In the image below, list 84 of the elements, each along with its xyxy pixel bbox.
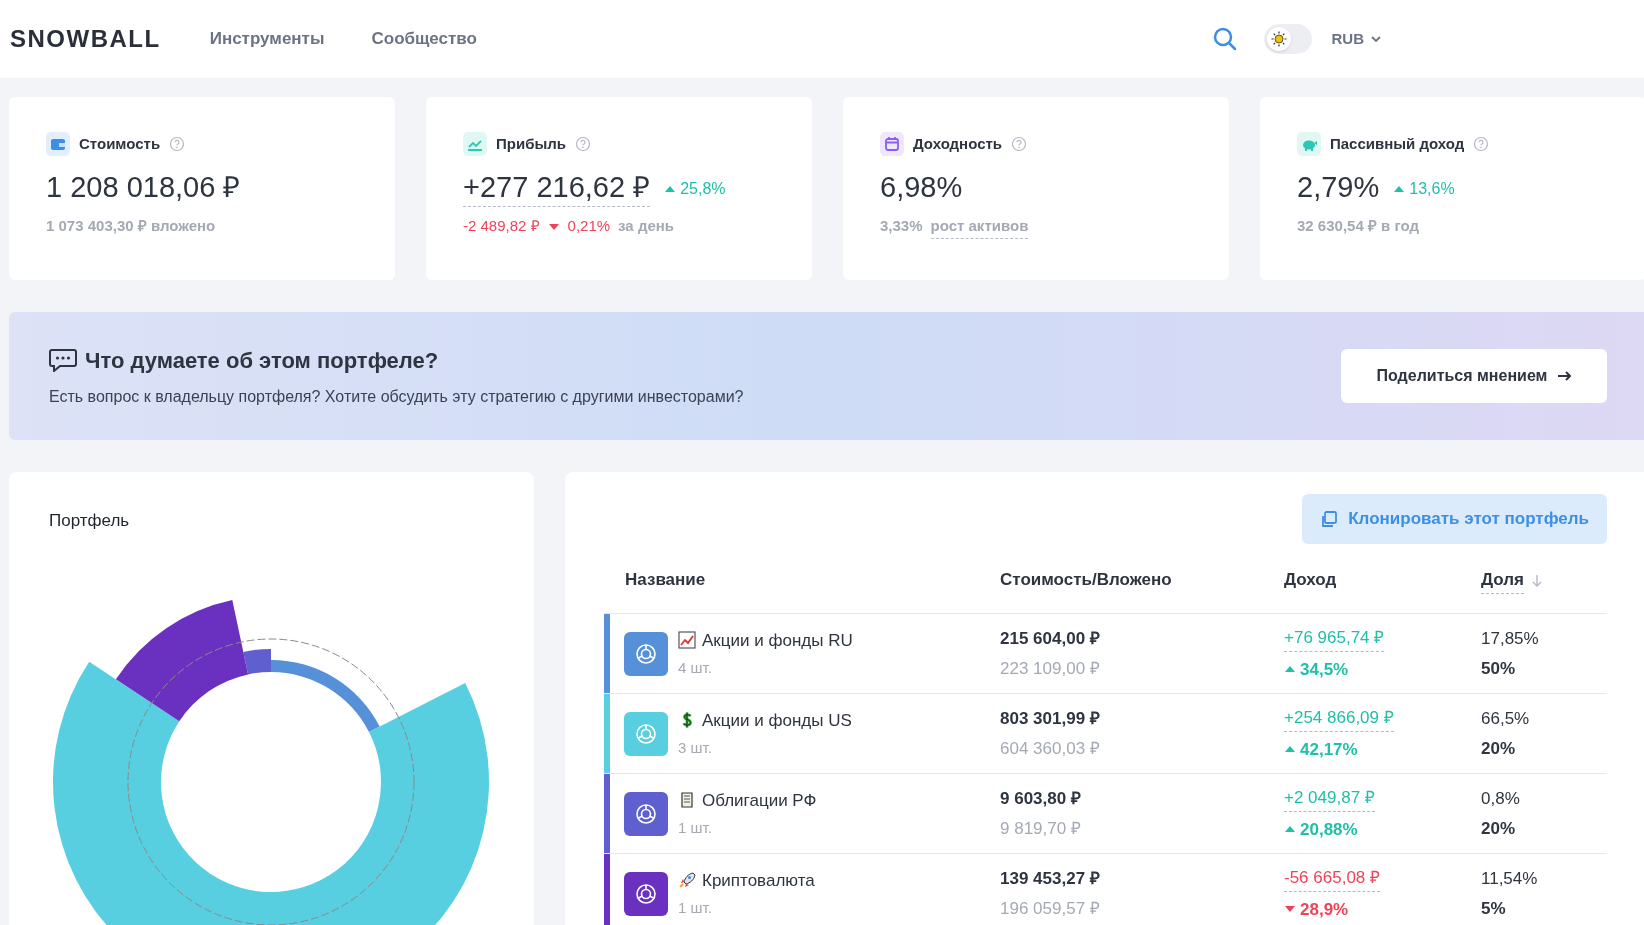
share-percent: 17,85% — [1481, 627, 1539, 650]
share-percent: 11,54% — [1481, 867, 1538, 890]
asset-value: 139 453,27 ₽ — [1000, 867, 1100, 890]
asset-invested: 9 819,70 ₽ — [1000, 818, 1081, 840]
logo[interactable]: SNOWBALL — [10, 21, 161, 57]
chat-icon — [49, 348, 77, 372]
pie-chart-icon — [634, 641, 658, 666]
column-header[interactable]: Доля — [1481, 567, 1524, 594]
copy-icon — [1320, 510, 1339, 528]
chart-slice[interactable] — [271, 660, 380, 733]
asset-count: 4 шт. — [678, 658, 713, 678]
share-percent: 0,8% — [1481, 787, 1520, 810]
pie-chart-icon — [634, 801, 658, 826]
target-share: 20% — [1481, 738, 1516, 760]
target-share: 50% — [1481, 658, 1516, 680]
card-detail: рост активов — [930, 215, 1029, 239]
pie-chart-icon — [634, 721, 658, 746]
theme-toggle[interactable] — [1263, 24, 1312, 54]
card-value: +277 216,62 ₽ — [463, 168, 651, 207]
asset-count: 1 шт. — [678, 898, 713, 918]
asset-count: 1 шт. — [678, 818, 713, 838]
asset-count: 3 шт. — [678, 738, 713, 758]
card-title: Доходность — [913, 133, 1003, 154]
column-header[interactable]: Стоимость/Вложено — [1000, 567, 1172, 594]
sort-arrow-icon — [1530, 573, 1544, 588]
banner-title: Что думаете об этом портфеле? — [85, 346, 439, 375]
rocket-icon — [678, 871, 696, 890]
search-icon[interactable] — [1211, 26, 1238, 52]
asset-value: 9 603,80 ₽ — [1000, 787, 1081, 810]
help-icon — [1011, 136, 1028, 152]
chart-slice[interactable] — [53, 661, 489, 925]
currency-dropdown[interactable]: RUB — [1331, 27, 1382, 51]
asset-invested: 223 109,00 ₽ — [1000, 658, 1100, 680]
asset-name[interactable]: Облигации РФ — [702, 787, 817, 813]
pie-chart-icon — [634, 881, 658, 906]
chart-slice[interactable] — [115, 600, 249, 722]
target-share: 20% — [1481, 818, 1516, 840]
asset-invested: 196 059,57 ₽ — [1000, 898, 1100, 920]
asset-value: 215 604,00 ₽ — [1000, 627, 1100, 650]
card-title: Прибыль — [496, 133, 566, 154]
card-title: Стоимость — [79, 133, 161, 154]
change-percent: 25,8% — [680, 179, 726, 199]
income-amount: +254 866,09 ₽ — [1284, 705, 1394, 732]
column-header[interactable]: Название — [625, 567, 706, 594]
chart-slice[interactable] — [243, 649, 271, 675]
income-percent: 42,17% — [1300, 738, 1358, 761]
card-detail: за день — [618, 216, 675, 236]
asset-name[interactable]: Криптовалюта — [702, 867, 815, 893]
income-amount: -56 665,08 ₽ — [1284, 865, 1380, 892]
card-detail: 0,21% — [567, 216, 611, 236]
asset-invested: 604 360,03 ₽ — [1000, 738, 1100, 760]
help-icon — [575, 136, 591, 152]
card-value: 6,98% — [880, 170, 963, 205]
help-icon — [169, 136, 186, 152]
column-header[interactable]: Доход — [1284, 567, 1337, 594]
chart-title: Портфель — [49, 510, 130, 532]
chart-up-icon — [678, 631, 696, 650]
chevron-down-icon — [1370, 33, 1382, 45]
income-amount: +76 965,74 ₽ — [1284, 625, 1385, 652]
income-amount: +2 049,87 ₽ — [1284, 785, 1375, 812]
card-detail: 3,33% — [880, 216, 923, 236]
asset-value: 803 301,99 ₽ — [1000, 707, 1100, 730]
asset-name[interactable]: Акции и фонды US — [702, 707, 852, 733]
target-share: 5% — [1481, 898, 1506, 920]
income-percent: 34,5% — [1300, 658, 1349, 681]
card-value: 2,79% — [1297, 170, 1380, 205]
nav-link[interactable]: Инструменты — [209, 26, 325, 52]
help-icon — [1473, 136, 1490, 152]
income-percent: 28,9% — [1300, 898, 1349, 921]
change-percent: 13,6% — [1409, 179, 1455, 199]
share-opinion-button[interactable]: Поделиться мнением — [1341, 349, 1607, 403]
arrow-right-icon — [1557, 369, 1572, 383]
card-value: 1 208 018,06 ₽ — [46, 170, 241, 205]
nav-link[interactable]: Сообщество — [371, 26, 477, 52]
document-icon — [678, 791, 696, 810]
card-detail: 32 630,54 ₽ в год — [1297, 216, 1419, 236]
card-detail: -2 489,82 ₽ — [463, 216, 540, 236]
income-percent: 20,88% — [1300, 818, 1358, 841]
asset-name[interactable]: Акции и фонды RU — [702, 627, 853, 653]
sun-icon — [1270, 31, 1287, 47]
card-title: Пассивный доход — [1330, 133, 1465, 154]
share-percent: 66,5% — [1481, 707, 1530, 730]
banner-text: Есть вопрос к владельцу портфеля? Хотите обсудить эту стратегию с другими инвесторами? — [49, 386, 744, 407]
card-detail: 1 073 403,30 ₽ вложено — [46, 216, 216, 236]
